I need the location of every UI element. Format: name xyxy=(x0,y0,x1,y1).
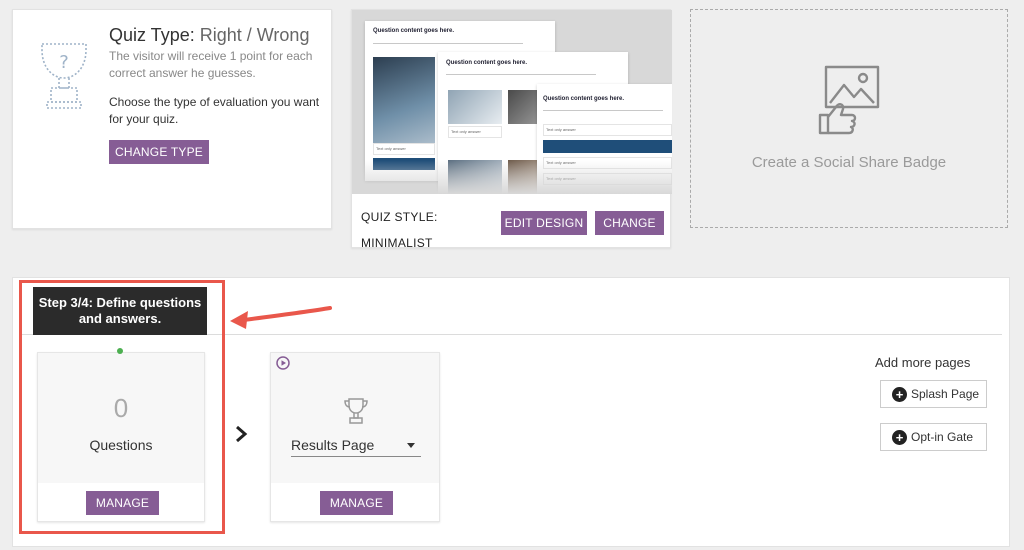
change-style-button[interactable]: CHANGE xyxy=(595,211,664,235)
change-type-button[interactable]: CHANGE TYPE xyxy=(109,140,209,164)
preview-description-line xyxy=(446,74,596,75)
add-more-pages-title: Add more pages xyxy=(875,355,971,370)
pointer-arrow-icon xyxy=(230,306,332,329)
caret-down-icon xyxy=(407,443,415,448)
quiz-type-title-value: Right / Wrong xyxy=(199,25,310,45)
trophy-question-icon: ? xyxy=(41,43,87,109)
results-page-select-value: Results Page xyxy=(291,437,375,453)
social-share-badge-text: Create a Social Share Badge xyxy=(751,154,947,171)
image-thumbs-up-icon xyxy=(818,65,880,135)
quiz-style-label-line2: MINIMALIST xyxy=(361,236,433,250)
preview-option: Text only answer xyxy=(448,126,502,138)
preview-option-selected xyxy=(543,140,672,153)
laptop-image xyxy=(448,90,502,124)
preview-description-line xyxy=(543,110,663,111)
quiz-style-label-line1: QUIZ STYLE: xyxy=(361,210,438,224)
preview-option: Text only answer xyxy=(373,143,435,155)
splash-page-label: Splash Page xyxy=(911,387,980,401)
tutorial-tooltip: Step 3/4: Define questions and answers. xyxy=(33,287,207,335)
preview-option: Text only answer xyxy=(543,124,672,136)
manage-results-button[interactable]: MANAGE xyxy=(320,491,393,515)
quiz-style-label: QUIZ STYLE: MINIMALIST xyxy=(361,204,438,256)
edit-design-button[interactable]: EDIT DESIGN xyxy=(501,211,587,235)
preview-heading-2: Question content goes here. xyxy=(446,60,528,66)
plus-circle-icon: + xyxy=(892,386,907,402)
social-share-badge-card[interactable]: Create a Social Share Badge xyxy=(690,9,1008,228)
play-circle-icon[interactable] xyxy=(276,356,290,370)
quiz-type-choose-text: Choose the type of evaluation you want f… xyxy=(109,95,320,126)
plus-circle-icon: + xyxy=(892,429,907,445)
optin-gate-label: Opt-in Gate xyxy=(911,430,974,444)
quiz-type-title-prefix: Quiz Type: xyxy=(109,25,195,45)
chevron-right-icon xyxy=(236,425,248,443)
preview-heading-3: Question content goes here. xyxy=(543,96,625,102)
preview-description-line xyxy=(373,43,523,44)
phone-image xyxy=(373,57,435,153)
preview-fade xyxy=(352,160,672,194)
quiz-type-card: ? Quiz Type: Right / Wrong The visitor w… xyxy=(12,9,332,229)
add-splash-page-button[interactable]: + Splash Page xyxy=(880,380,987,408)
add-optin-gate-button[interactable]: + Opt-in Gate xyxy=(880,423,987,451)
svg-text:?: ? xyxy=(59,52,69,73)
quiz-type-title: Quiz Type: Right / Wrong xyxy=(109,25,309,46)
results-page-card[interactable]: Results Page MANAGE xyxy=(270,352,440,522)
trophy-icon xyxy=(344,398,368,424)
quiz-type-description: The visitor will receive 1 point for eac… xyxy=(109,49,313,80)
quiz-style-card: Question content goes here. Text only an… xyxy=(351,9,672,250)
quiz-style-preview[interactable]: Question content goes here. Text only an… xyxy=(352,10,672,194)
results-page-select[interactable]: Results Page xyxy=(291,435,421,457)
preview-heading-1: Question content goes here. xyxy=(373,28,455,34)
